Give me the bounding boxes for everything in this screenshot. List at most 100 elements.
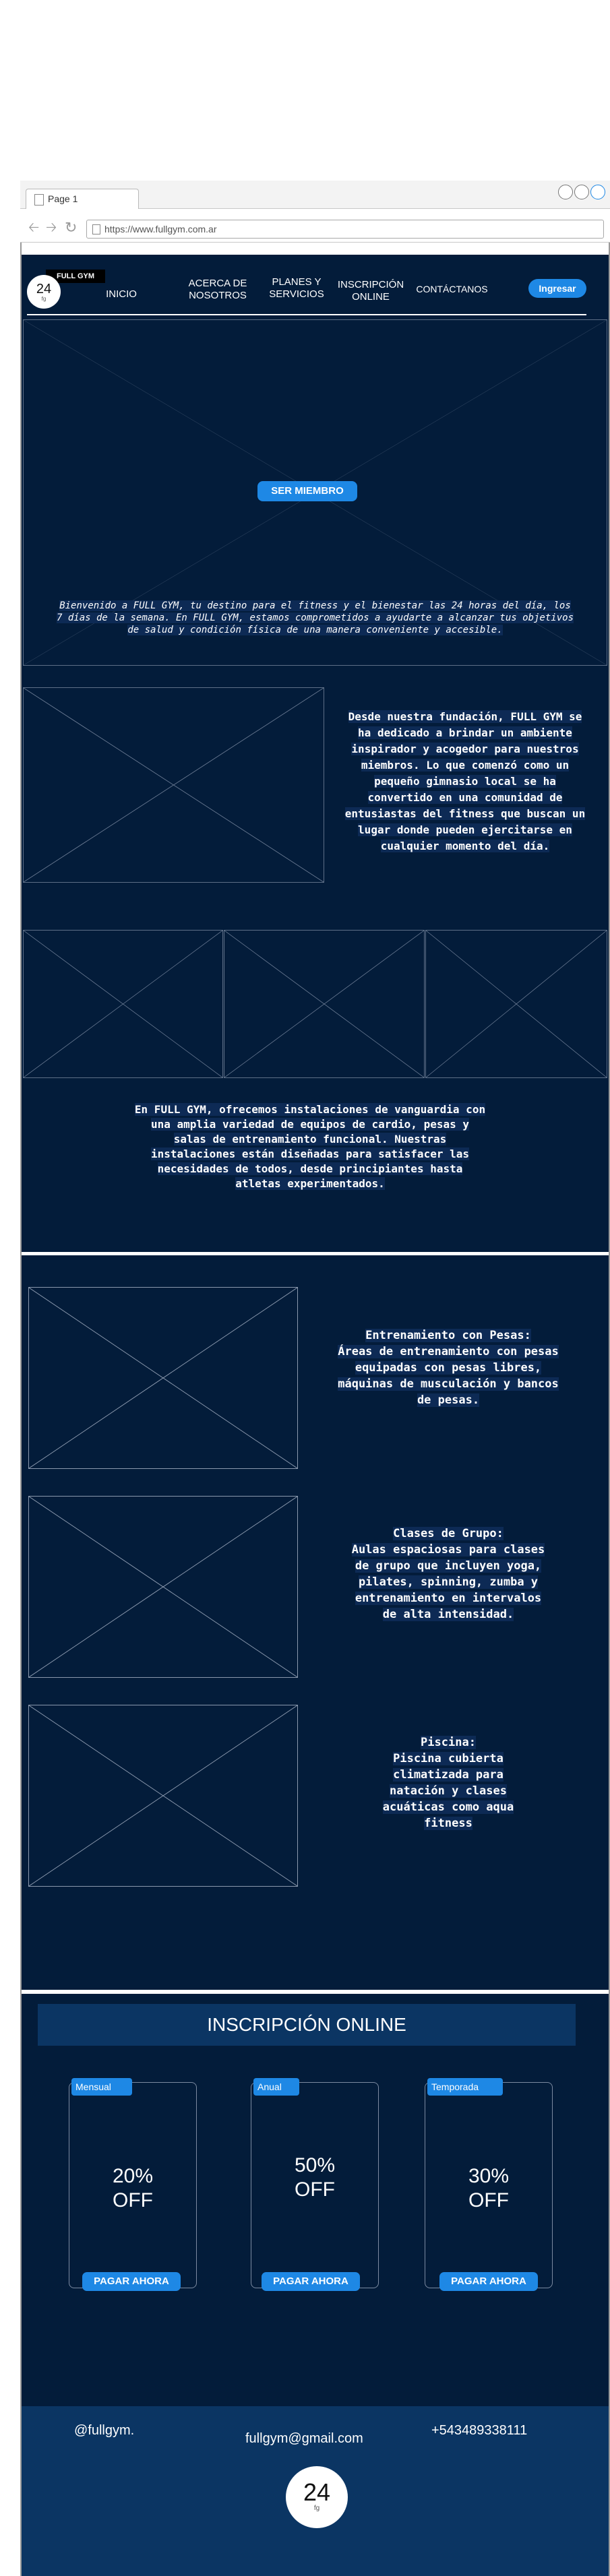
service-weights-text: Entrenamiento con Pesas: Áreas de entrena… (310, 1327, 586, 1408)
hero-intro: Bienvenido a FULL GYM, tu destino para e… (24, 600, 606, 636)
gallery-image-2 (224, 930, 425, 1078)
site-logo[interactable]: 24 fg (27, 275, 61, 309)
signup-title: INSCRIPCIÓN ONLINE (38, 2004, 576, 2046)
text-line-row: inspirador y acogedor para nuestros (326, 741, 604, 757)
nav-contactanos[interactable]: CONTÁCTANOS (410, 283, 494, 295)
nav-label: ONLINE (352, 291, 390, 303)
pay-now-button[interactable]: PAGAR AHORA (82, 2272, 181, 2291)
plan-discount-off: OFF (295, 2178, 335, 2201)
placeholder-x-icon (29, 1705, 297, 1886)
logo-number: 24 (303, 2478, 331, 2506)
facilities-text: En FULL GYM, ofrecemos instalaciones de … (81, 1102, 539, 1191)
nav-inicio[interactable]: INICIO (94, 288, 148, 301)
text-line-row: entrenamiento en intervalos (317, 1590, 580, 1606)
close-icon[interactable] (590, 185, 605, 199)
placeholder-x-icon (24, 931, 222, 1077)
about-text: Desde nuestra fundación, FULL GYM se ha d… (326, 709, 604, 854)
gallery-image-3 (425, 930, 607, 1078)
text-line: Áreas de entrenamiento con pesas (338, 1345, 559, 1358)
text-line: Aulas espaciosas para clases (351, 1543, 545, 1557)
text-line-row: Áreas de entrenamiento con pesas (310, 1344, 586, 1360)
text-line-row: cualquier momento del día. (326, 838, 604, 854)
text-line-row: fitness (350, 1815, 546, 1831)
header-divider (27, 314, 586, 315)
plan-discount-off: OFF (468, 2189, 509, 2211)
gallery-image-1 (23, 930, 223, 1078)
nav-label: PLANES Y (272, 276, 322, 288)
hero-intro-line: Bienvenido a FULL GYM, tu destino para e… (59, 600, 571, 611)
pool-image (28, 1705, 298, 1887)
text-line: Clases de Grupo: (393, 1527, 504, 1540)
pay-now-button[interactable]: PAGAR AHORA (439, 2272, 538, 2291)
text-line-row: pequeño gimnasio local se ha (326, 774, 604, 790)
text-line: de pesas. (417, 1393, 480, 1407)
logo-sub: fg (41, 296, 47, 302)
nav-label: SERVICIOS (269, 288, 324, 300)
nav-planes-y-servicios[interactable]: PLANES Y SERVICIOS (263, 276, 330, 301)
text-line-row: miembros. Lo que comenzó como un (326, 757, 604, 774)
placeholder-x-icon (29, 1288, 297, 1468)
text-line-row: Desde nuestra fundación, FULL GYM se (326, 709, 604, 725)
text-line: necesidades de todos, desde principiante… (157, 1162, 463, 1175)
footer-social[interactable]: @fullgym. (74, 2423, 134, 2439)
text-line-row: Piscina: (350, 1734, 546, 1751)
text-line-row: acuáticas como aqua (350, 1799, 546, 1815)
text-line-row: instalaciones están diseñadas para satis… (81, 1147, 539, 1162)
join-button[interactable]: SER MIEMBRO (257, 481, 357, 501)
text-line: climatizada para (393, 1768, 504, 1782)
text-line: Piscina: (421, 1736, 476, 1749)
nav-inscripcion-online[interactable]: INSCRIPCIÓN ONLINE (334, 279, 408, 303)
text-line-row: salas de entrenamiento funcional. Nuestr… (81, 1132, 539, 1147)
browser-tab[interactable]: Page 1 (26, 189, 139, 209)
plan-discount: 30% OFF (425, 2164, 553, 2213)
maximize-icon[interactable] (574, 185, 589, 199)
weights-image (28, 1287, 298, 1469)
text-line: una amplia variedad de equipos de cardio… (150, 1118, 469, 1131)
text-line-row: de alta intensidad. (317, 1606, 580, 1623)
plan-tag: Anual (253, 2078, 299, 2096)
text-line: natación y clases (390, 1784, 507, 1798)
text-line-row: Entrenamiento con Pesas: (310, 1327, 586, 1344)
text-line-row: máquinas de musculación y bancos (310, 1376, 586, 1392)
text-line: de alta intensidad. (382, 1608, 514, 1621)
text-line-row: Clases de Grupo: (317, 1526, 580, 1542)
text-line-row: de pesas. (310, 1392, 586, 1408)
text-line-row: ha dedicado a brindar un ambiente (326, 725, 604, 741)
pay-now-button[interactable]: PAGAR AHORA (262, 2272, 360, 2291)
text-line: miembros. Lo que comenzó como un (361, 759, 570, 772)
plan-discount-value: 50% (294, 2154, 336, 2176)
text-line-row: Aulas espaciosas para clases (317, 1542, 580, 1558)
text-line-row: necesidades de todos, desde principiante… (81, 1162, 539, 1176)
text-line: atletas experimentados. (235, 1177, 385, 1190)
minimize-icon[interactable] (558, 185, 573, 199)
text-line: máquinas de musculación y bancos (338, 1377, 559, 1391)
back-arrow-icon[interactable]: 🡠 (28, 221, 39, 234)
text-line: Piscina cubierta (393, 1752, 504, 1765)
nav-label: ACERCA DE (188, 278, 247, 289)
login-button[interactable]: Ingresar (528, 279, 586, 298)
plan-discount-off: OFF (113, 2189, 153, 2211)
text-line: fitness (424, 1817, 472, 1830)
hero-intro-line: de salud y condición física de una maner… (127, 625, 503, 635)
page-icon (34, 194, 44, 206)
text-line-row: natación y clases (350, 1783, 546, 1799)
url-input[interactable]: https://www.fullgym.com.ar (86, 220, 604, 239)
text-line-row: atletas experimentados. (81, 1176, 539, 1191)
footer-email[interactable]: fullgym@gmail.com (245, 2431, 363, 2447)
text-line: En FULL GYM, ofrecemos instalaciones de … (134, 1103, 486, 1116)
footer-logo[interactable]: 24 fg (286, 2466, 348, 2528)
text-line-row: En FULL GYM, ofrecemos instalaciones de … (81, 1102, 539, 1117)
reload-icon[interactable]: ↻ (65, 220, 77, 235)
text-line-row: pilates, spinning, zumba y (317, 1574, 580, 1590)
text-line: entrenamiento en intervalos (355, 1592, 542, 1605)
text-line: entusiastas del fitness que buscan un (344, 807, 586, 820)
text-line: pilates, spinning, zumba y (358, 1575, 539, 1589)
nav-acerca-de-nosotros[interactable]: ACERCA DE NOSOTROS (181, 278, 255, 302)
hero-intro-line: 7 días de la semana. En FULL GYM, estamo… (56, 612, 574, 623)
placeholder-x-icon (24, 688, 324, 882)
footer-phone[interactable]: +543489338111 (431, 2423, 527, 2439)
plan-discount: 20% OFF (69, 2164, 197, 2213)
forward-arrow-icon[interactable]: 🡢 (46, 221, 57, 234)
placeholder-x-icon (426, 931, 607, 1077)
plan-discount-value: 20% (112, 2165, 154, 2187)
